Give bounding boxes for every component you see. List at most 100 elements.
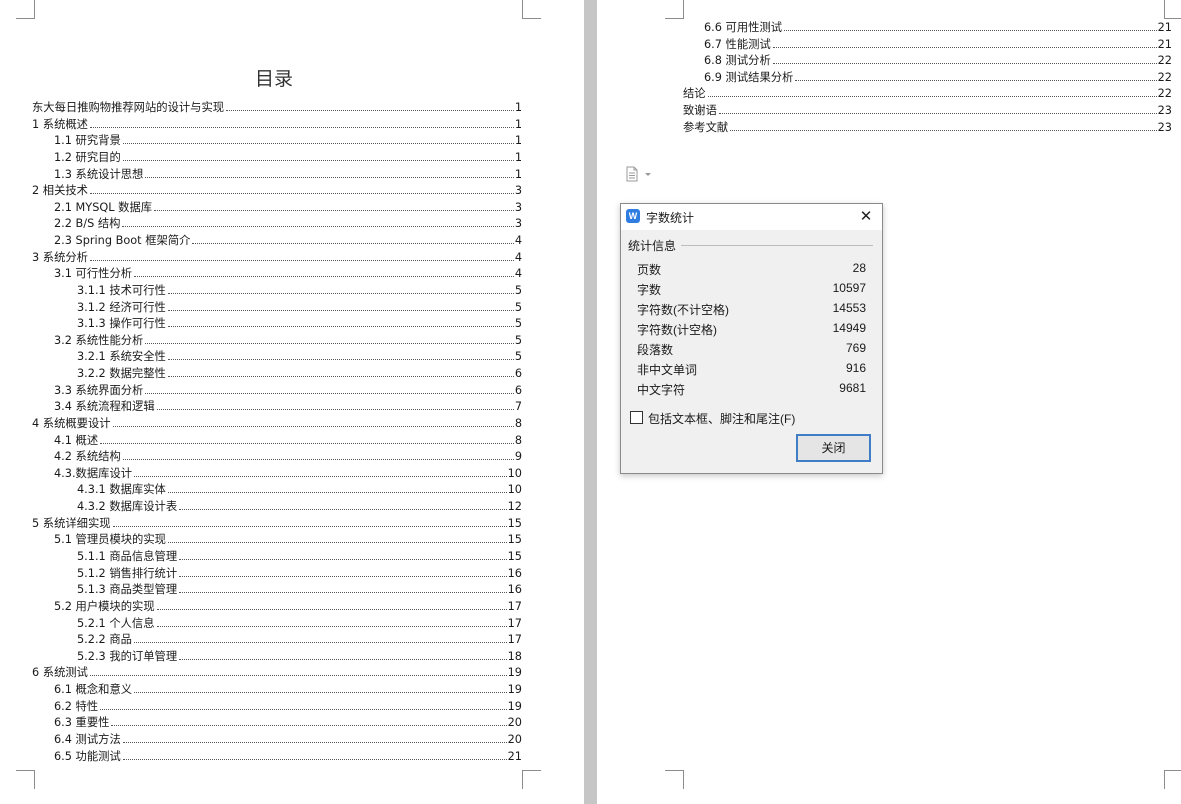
toc-entry-text: 2.2 B/S 结构 [54,217,121,231]
toc-entry[interactable]: 6.1 概念和意义 19 [54,682,522,698]
toc-entry-text: 1 系统概述 [32,117,88,131]
toc-entry[interactable]: 5 系统详细实现 15 [32,516,522,532]
toc-entry[interactable]: 6 系统测试 19 [32,665,522,681]
toc-leader-dots [89,126,514,128]
crop-mark-top-right [1164,0,1181,19]
toc-entry-text: 5.2.3 我的订单管理 [77,649,178,663]
stat-row-non-chinese-words: 非中文单词 916 [637,361,866,381]
toc-page-number: 1 [514,134,522,148]
toc-page-number: 17 [507,599,522,613]
toc-entry-text: 6.5 功能测试 [54,749,121,763]
toc-entry[interactable]: 6.7 性能测试 21 [704,37,1172,53]
toc-page-number: 10 [507,466,522,480]
toc-entry[interactable]: 5.2.1 个人信息 17 [77,616,522,632]
document-page-left: 目录 东大每日推购物推荐网站的设计与实现 1 1 系统概述 1 1.1 研究背景 1 1.2… [0,0,584,804]
toc-leader-dots [134,276,514,278]
toc-leader-dots [156,409,514,411]
group-divider [681,245,873,246]
toc-entry[interactable]: 6.2 特性 19 [54,699,522,715]
toc-entry[interactable]: 结论 22 [683,86,1172,102]
toc-page-number: 7 [514,400,522,414]
toc-entry[interactable]: 6.9 测试结果分析 22 [704,70,1172,86]
toc-entry[interactable]: 2.1 MYSQL 数据库 3 [54,200,522,216]
toc-entry[interactable]: 3.2 系统性能分析 5 [54,333,522,349]
toc-leader-dots [167,542,507,544]
toc-entry[interactable]: 致谢语 23 [683,103,1172,119]
toc-entry[interactable]: 3.1.2 经济可行性 5 [77,300,522,316]
toc-entry-text: 3.2.2 数据完整性 [77,367,166,381]
toc-page-number: 22 [1157,87,1172,101]
toc-entry[interactable]: 6.5 功能测试 21 [54,749,522,765]
crop-mark-bottom-left [16,770,35,789]
toc-entry[interactable]: 6.3 重要性 20 [54,715,522,731]
toc-page-number: 4 [514,250,522,264]
toc-entry[interactable]: 3.3 系统界面分析 6 [54,383,522,399]
toc-entry-text: 3.3 系统界面分析 [54,383,144,397]
toc-entry-text: 6 系统测试 [32,666,88,680]
toc-entry[interactable]: 3.1.3 操作可行性 5 [77,316,522,332]
stat-value: 10597 [832,281,866,295]
toc-leader-dots [167,359,514,361]
toc-entry-text: 5 系统详细实现 [32,516,111,530]
toc-page-number: 17 [507,616,522,630]
toc-entry[interactable]: 4.1 概述 8 [54,433,522,449]
toc-entry[interactable]: 2.3 Spring Boot 框架简介 4 [54,233,522,249]
toc-leader-dots [122,159,514,161]
toc-entry[interactable]: 5.1.1 商品信息管理 15 [77,549,522,565]
toc-entry[interactable]: 4.2 系统结构 9 [54,449,522,465]
stat-label: 中文字符 [637,383,686,397]
toc-entry[interactable]: 3 系统分析 4 [32,250,522,266]
include-textboxes-checkbox[interactable] [630,411,643,424]
toc-entry[interactable]: 4.3.1 数据库实体 10 [77,482,522,498]
toc-entry[interactable]: 4 系统概要设计 8 [32,416,522,432]
toc-leader-dots [100,442,514,444]
paste-options-icon[interactable] [625,166,657,182]
toc-entry[interactable]: 1.2 研究目的 1 [54,150,522,166]
toc-entry[interactable]: 5.1.2 销售排行统计 16 [77,566,522,582]
toc-leader-dots [179,592,507,594]
toc-page-number: 23 [1157,120,1172,134]
close-button[interactable]: 关闭 [796,434,871,462]
toc-leader-dots [179,658,507,660]
toc-entry[interactable]: 6.8 测试分析 22 [704,53,1172,69]
toc-entry[interactable]: 6.6 可用性测试 21 [704,20,1172,36]
toc-entry[interactable]: 5.1 管理员模块的实现 15 [54,532,522,548]
toc-entry[interactable]: 4.3.数据库设计 10 [54,466,522,482]
toc-entry-text: 3.1 可行性分析 [54,267,133,281]
close-icon[interactable]: ✕ [856,207,876,227]
toc-entry-text: 3.2.1 系统安全性 [77,350,166,364]
toc-leader-dots [718,113,1157,114]
toc-leader-dots [122,459,514,461]
toc-entry[interactable]: 5.2.3 我的订单管理 18 [77,649,522,665]
toc-entry[interactable]: 1.3 系统设计思想 1 [54,167,522,183]
toc-entry[interactable]: 3.2.1 系统安全性 5 [77,349,522,365]
toc-entry[interactable]: 4.3.2 数据库设计表 12 [77,499,522,515]
toc-entry[interactable]: 1.1 研究背景 1 [54,133,522,149]
toc-entry[interactable]: 5.2 用户模块的实现 17 [54,599,522,615]
toc-entry-text: 6.7 性能测试 [704,37,771,51]
toc-entry[interactable]: 5.2.2 商品 17 [77,632,522,648]
toc-entry-text: 6.9 测试结果分析 [704,70,794,84]
toc-entry-text: 6.8 测试分析 [704,54,771,68]
stat-row-chars-no-spaces: 字符数(不计空格) 14553 [637,301,866,321]
toc-entry-text: 5.2.1 个人信息 [77,616,155,630]
toc-entry-text: 3.4 系统流程和逻辑 [54,400,155,414]
stat-row-chinese-chars: 中文字符 9681 [637,381,866,401]
crop-mark-top-left [665,0,684,19]
toc-entry[interactable]: 6.4 测试方法 20 [54,732,522,748]
toc-entry[interactable]: 3.4 系统流程和逻辑 7 [54,399,522,415]
toc-entry[interactable]: 参考文献 23 [683,120,1172,136]
toc-entry[interactable]: 3.1 可行性分析 4 [54,266,522,282]
stat-row-words: 字数 10597 [637,281,866,301]
toc-entry[interactable]: 3.2.2 数据完整性 6 [77,366,522,382]
toc-page-number: 5 [514,300,522,314]
toc-entry[interactable]: 2.2 B/S 结构 3 [54,216,522,232]
toc-leader-dots [167,492,507,494]
toc-entry[interactable]: 东大每日推购物推荐网站的设计与实现 1 [32,100,522,116]
toc-entry[interactable]: 5.1.3 商品类型管理 16 [77,582,522,598]
toc-entry[interactable]: 2 相关技术 3 [32,183,522,199]
toc-page-number: 21 [1157,21,1172,34]
toc-entry[interactable]: 3.1.1 技术可行性 5 [77,283,522,299]
toc-entry[interactable]: 1 系统概述 1 [32,117,522,133]
toc-page-number: 5 [514,317,522,331]
